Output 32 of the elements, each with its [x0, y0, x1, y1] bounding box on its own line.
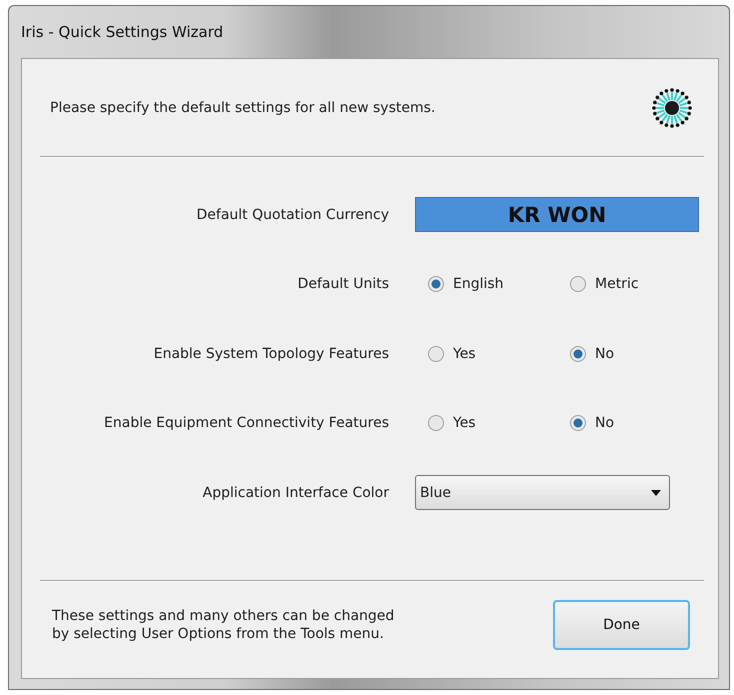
dropdown-value: Blue	[420, 484, 451, 501]
setting-label: Application Interface Color	[202, 484, 390, 501]
header-text: Please specify the default settings for all new systems.	[50, 100, 436, 116]
radio-label: Yes	[453, 346, 476, 362]
radio-label: No	[595, 415, 614, 432]
window-title: Iris - Quick Settings Wizard	[21, 22, 224, 43]
radio-button[interactable]	[427, 275, 445, 294]
radio-option[interactable]: English	[427, 275, 557, 294]
radio-label: English	[453, 276, 504, 292]
radio-option[interactable]: No	[569, 414, 699, 432]
radio-option[interactable]: Yes	[427, 414, 557, 432]
done-button[interactable]: Done	[553, 600, 690, 650]
radio-option[interactable]: Yes	[427, 344, 557, 363]
radio-option[interactable]: No	[569, 344, 699, 363]
currency-field[interactable]: KR WON	[415, 197, 699, 232]
setting-label: Default Quotation Currency	[196, 206, 390, 223]
radio-button[interactable]	[427, 344, 445, 363]
radio-option[interactable]: Metric	[569, 275, 699, 294]
setting-label: Enable System Topology Features	[152, 346, 390, 362]
caret-icon	[651, 490, 661, 496]
radio-label: No	[595, 346, 614, 362]
radio-button[interactable]	[427, 414, 445, 432]
setting-label: Default Units	[296, 276, 390, 292]
radio-button[interactable]	[569, 344, 587, 363]
radio-label: Metric	[595, 276, 639, 292]
radio-label: Yes	[453, 415, 476, 432]
footer-note: These settings and many others can be changed by selecting User Options from the Tools menu.	[52, 606, 394, 644]
radio-button[interactable]	[569, 414, 587, 432]
logo-icon	[652, 88, 692, 128]
setting-label: Enable Equipment Connectivity Features	[103, 415, 390, 432]
color-dropdown[interactable]: Blue	[415, 475, 670, 510]
radio-button[interactable]	[569, 275, 587, 294]
